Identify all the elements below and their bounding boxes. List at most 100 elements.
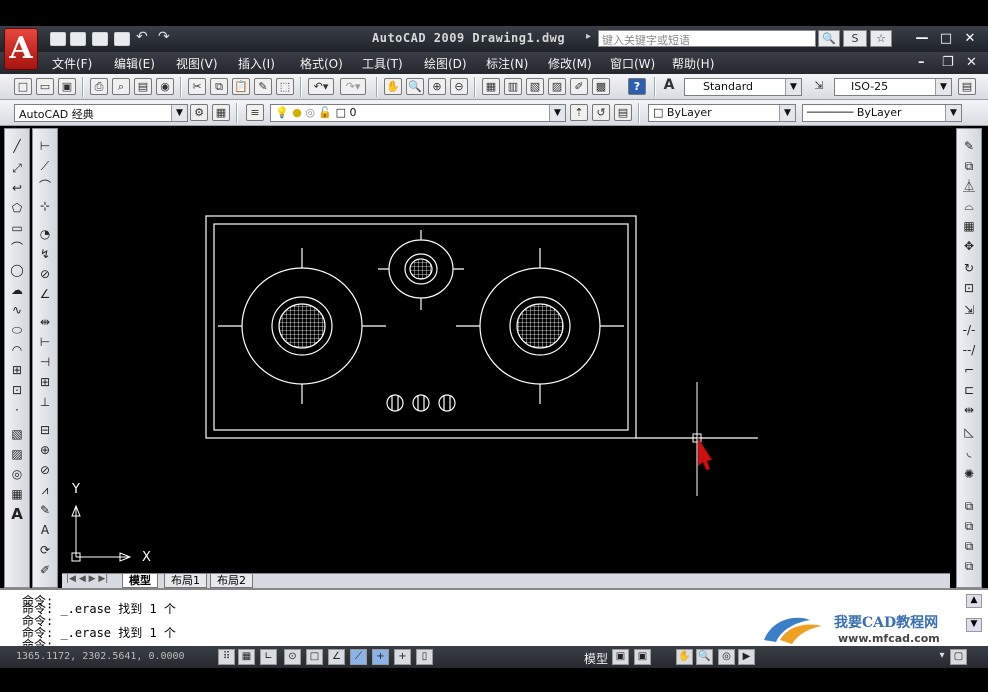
dim-linear-icon[interactable]: ⊢ bbox=[36, 137, 54, 155]
doc-close-icon[interactable]: ✕ bbox=[966, 55, 977, 70]
layer-select[interactable]: 💡 ● ◎ 🔓 □ 0 ▼ bbox=[270, 104, 566, 122]
table-style-icon[interactable]: ▤ bbox=[958, 78, 976, 95]
insert-block-icon[interactable]: ⊞ bbox=[8, 361, 26, 379]
tab-layout2[interactable]: 布局2 bbox=[210, 574, 253, 588]
line-icon[interactable]: ╱ bbox=[8, 137, 26, 155]
dim-update-icon[interactable]: ⟳ bbox=[36, 541, 54, 559]
ellipse-icon[interactable]: ⬭ bbox=[8, 321, 26, 339]
layer-previous-icon[interactable]: ↺ bbox=[592, 104, 610, 121]
text-style-select[interactable]: Standard ▼ bbox=[684, 78, 802, 96]
properties-icon[interactable]: ▦ bbox=[482, 78, 500, 95]
polar-tracking-icon[interactable]: ⊙ bbox=[284, 649, 301, 665]
dim-baseline-icon[interactable]: ⊢ bbox=[36, 333, 54, 351]
layer-states-icon[interactable]: ▤ bbox=[614, 104, 632, 121]
arc-icon[interactable]: ⌒ bbox=[8, 239, 26, 257]
quick-view-layouts-icon[interactable]: ▣ bbox=[612, 649, 629, 665]
pan-status-icon[interactable]: ✋ bbox=[676, 649, 693, 665]
close-icon[interactable]: ✕ bbox=[962, 31, 978, 47]
3d-dwf-icon[interactable]: ◉ bbox=[156, 78, 174, 95]
circle-icon[interactable]: ◯ bbox=[8, 261, 26, 279]
dim-style-icon[interactable]: ⇲ bbox=[810, 78, 828, 95]
steering-wheel-icon[interactable]: ◎ bbox=[718, 649, 735, 665]
tab-model[interactable]: 模型 bbox=[122, 574, 158, 588]
polygon-icon[interactable]: ⬠ bbox=[8, 199, 26, 217]
snap-mode-icon[interactable]: ⠿ bbox=[218, 649, 235, 665]
workspace-settings-icon[interactable]: ⚙ bbox=[190, 104, 208, 121]
chamfer-icon[interactable]: ◺ bbox=[960, 423, 978, 441]
menu-modify[interactable]: 修改(M) bbox=[548, 55, 592, 72]
block-editor-icon[interactable]: ⬚ bbox=[276, 78, 294, 95]
undo-icon[interactable]: ↶ bbox=[136, 29, 152, 45]
stretch-icon[interactable]: ⇲ bbox=[960, 301, 978, 319]
inspection-icon[interactable]: ⊘ bbox=[36, 461, 54, 479]
menu-file[interactable]: 文件(F) bbox=[52, 55, 92, 72]
construction-line-icon[interactable]: ⤢ bbox=[8, 159, 26, 177]
dim-radius-icon[interactable]: ◔ bbox=[36, 225, 54, 243]
scroll-down-icon[interactable]: ▼ bbox=[966, 618, 982, 632]
ortho-mode-icon[interactable]: ∟ bbox=[260, 649, 277, 665]
dynamic-input-icon[interactable]: + bbox=[372, 649, 389, 665]
dim-arc-icon[interactable]: ⌒ bbox=[36, 177, 54, 195]
text-style-icon[interactable]: A bbox=[660, 78, 678, 95]
draw-order-below-icon[interactable]: ⧉ bbox=[960, 557, 978, 575]
tool-palettes-icon[interactable]: ▧ bbox=[526, 78, 544, 95]
draw-order-back-icon[interactable]: ⧉ bbox=[960, 517, 978, 535]
markup-icon[interactable]: ✐ bbox=[570, 78, 588, 95]
sheet-set-icon[interactable]: ▨ bbox=[548, 78, 566, 95]
left-burner[interactable] bbox=[218, 248, 386, 404]
model-space-label[interactable]: 模型 bbox=[584, 650, 608, 667]
dim-jogged-icon[interactable]: ↯ bbox=[36, 245, 54, 263]
design-center-icon[interactable]: ▥ bbox=[504, 78, 522, 95]
workspace-save-icon[interactable]: ▦ bbox=[212, 104, 230, 121]
hatch-icon[interactable]: ▧ bbox=[8, 425, 26, 443]
tab-layout1[interactable]: 布局1 bbox=[164, 574, 207, 588]
cut-icon[interactable]: ✂ bbox=[188, 78, 206, 95]
fillet-icon[interactable]: ◟ bbox=[960, 443, 978, 461]
chevron-down-icon[interactable]: ▼ bbox=[171, 105, 187, 121]
scroll-up-icon[interactable]: ▲ bbox=[966, 594, 982, 608]
jogged-linear-icon[interactable]: ⩘ bbox=[36, 481, 54, 499]
revision-cloud-icon[interactable]: ☁ bbox=[8, 281, 26, 299]
save-icon[interactable] bbox=[92, 32, 108, 46]
draw-order-front-icon[interactable]: ⧉ bbox=[960, 497, 978, 515]
move-icon[interactable]: ✥ bbox=[960, 237, 978, 255]
dim-edit-icon[interactable]: ✎ bbox=[36, 501, 54, 519]
join-icon[interactable]: ⇹ bbox=[960, 401, 978, 419]
dim-style-icon[interactable]: ✐ bbox=[36, 561, 54, 579]
point-icon[interactable]: · bbox=[8, 401, 26, 419]
trim-icon[interactable]: -/- bbox=[960, 321, 978, 339]
spline-icon[interactable]: ∿ bbox=[8, 301, 26, 319]
region-icon[interactable]: ◎ bbox=[8, 465, 26, 483]
application-menu-button[interactable]: A bbox=[4, 28, 38, 70]
cooktop-outer-border[interactable] bbox=[205, 215, 637, 439]
zoom-previous-icon[interactable]: ⊖ bbox=[450, 78, 468, 95]
gradient-icon[interactable]: ▨ bbox=[8, 445, 26, 463]
lineweight-icon[interactable]: + bbox=[394, 649, 411, 665]
search-icon[interactable]: 🔍 bbox=[818, 30, 840, 47]
quick-properties-icon[interactable]: ▯ bbox=[416, 649, 433, 665]
scale-icon[interactable]: ⊡ bbox=[960, 279, 978, 297]
menu-format[interactable]: 格式(O) bbox=[300, 55, 343, 72]
copy-object-icon[interactable]: ⧉ bbox=[960, 157, 978, 175]
control-knobs[interactable] bbox=[386, 394, 456, 412]
chevron-down-icon[interactable]: ▼ bbox=[779, 105, 795, 121]
undo-icon[interactable]: ↶▾ bbox=[308, 78, 334, 95]
clean-screen-icon[interactable]: ▢ bbox=[950, 649, 967, 665]
status-menu-chevron-icon[interactable]: ▾ bbox=[936, 649, 948, 665]
menu-tools[interactable]: 工具(T) bbox=[362, 55, 403, 72]
multiline-text-icon[interactable]: A bbox=[8, 505, 26, 523]
search-input[interactable]: 键入关键字或短语 bbox=[598, 30, 816, 47]
make-current-layer-icon[interactable]: ⇡ bbox=[570, 104, 588, 121]
quick-view-drawings-icon[interactable]: ▣ bbox=[634, 649, 651, 665]
coordinates-readout[interactable]: 1365.1172, 2302.5641, 0.0000 bbox=[16, 651, 185, 662]
draw-order-above-icon[interactable]: ⧉ bbox=[960, 537, 978, 555]
copy-icon[interactable]: ⧉ bbox=[210, 78, 228, 95]
chevron-down-icon[interactable]: ▼ bbox=[549, 105, 565, 121]
dim-space-icon[interactable]: ⊞ bbox=[36, 373, 54, 391]
right-burner[interactable] bbox=[456, 248, 624, 404]
object-snap-icon[interactable]: □ bbox=[306, 649, 323, 665]
print-icon[interactable] bbox=[114, 32, 130, 46]
dynamic-ucs-icon[interactable]: ⟋ bbox=[350, 649, 367, 665]
mirror-icon[interactable]: ⏅ bbox=[960, 177, 978, 195]
rectangle-icon[interactable]: ▭ bbox=[8, 219, 26, 237]
